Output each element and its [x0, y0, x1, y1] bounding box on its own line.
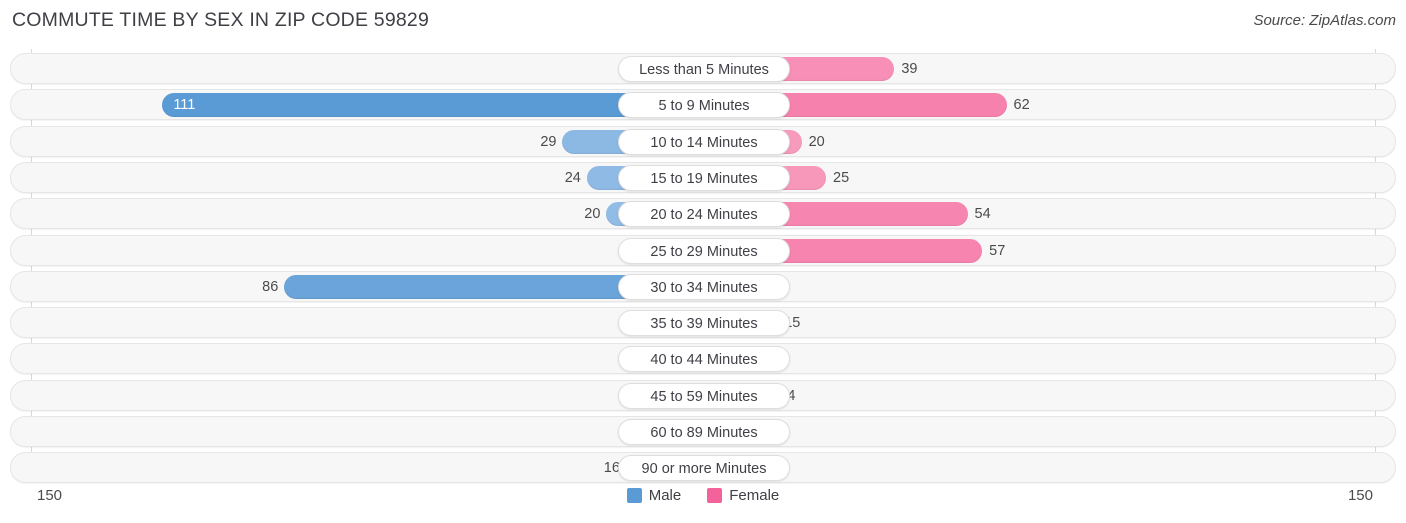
legend-label-female: Female: [729, 487, 780, 504]
chart-row: 1139Less than 5 Minutes: [10, 53, 1396, 84]
category-label: 15 to 19 Minutes: [618, 164, 790, 191]
legend-item-female[interactable]: Female: [707, 487, 779, 504]
category-label: 90 or more Minutes: [618, 455, 790, 482]
chart-row: 29 20 10 to 14 Minutes: [10, 125, 1396, 157]
value-label-male: 16: [603, 460, 620, 477]
value-label-male: 86: [262, 278, 279, 295]
legend-item-male[interactable]: Male: [626, 487, 682, 504]
category-label: 45 to 59 Minutes: [618, 382, 790, 409]
value-label-male: 111: [173, 97, 196, 114]
chart-row: 16390 or more Minutes: [10, 452, 1396, 484]
chart-row: 111 62 5 to 9 Minutes: [10, 89, 1396, 121]
category-label: 20 to 24 Minutes: [618, 201, 790, 228]
source-attribution: Source: ZipAtlas.com: [1253, 12, 1396, 29]
chart-header: COMMUTE TIME BY SEX IN ZIP CODE 59829 So…: [0, 0, 1406, 44]
axis-end-label-right: 150: [1347, 487, 1373, 504]
category-label: 30 to 34 Minutes: [618, 273, 790, 300]
legend-swatch-female-icon: [707, 488, 723, 503]
chart-legend: Male Female: [0, 487, 1406, 504]
value-label-female: 20: [808, 133, 825, 150]
legend-swatch-male-icon: [626, 488, 642, 503]
chart-row: 0040 to 44 Minutes: [10, 343, 1396, 375]
legend-label-male: Male: [648, 487, 682, 504]
value-label-male: 24: [564, 169, 581, 186]
category-label: 35 to 39 Minutes: [618, 310, 790, 337]
chart-row: 21535 to 39 Minutes: [10, 307, 1396, 339]
chart-title: COMMUTE TIME BY SEX IN ZIP CODE 59829: [12, 9, 430, 31]
category-label: 25 to 29 Minutes: [618, 237, 790, 264]
value-label-female: 39: [901, 61, 918, 77]
value-label-female: 62: [1013, 97, 1030, 114]
value-label-female: 57: [989, 242, 1006, 259]
chart-plot-area: 1139Less than 5 Minutes111625 to 9 Minut…: [0, 49, 1406, 484]
category-label: 10 to 14 Minutes: [618, 128, 790, 155]
category-label: 40 to 44 Minutes: [618, 346, 790, 373]
value-label-female: 25: [833, 169, 850, 186]
chart-row: 01445 to 59 Minutes: [10, 379, 1396, 411]
value-label-male: 20: [584, 206, 601, 223]
chart-row: 12060 to 89 Minutes: [10, 416, 1396, 447]
chart-footer: 150 Male Female 150: [0, 483, 1406, 523]
chart-row: 125725 to 29 Minutes: [10, 234, 1396, 266]
category-label: Less than 5 Minutes: [618, 56, 790, 82]
chart-row: 20 54 20 to 24 Minutes: [10, 198, 1396, 230]
value-label-female: 54: [974, 206, 991, 223]
category-label: 5 to 9 Minutes: [618, 92, 790, 119]
commute-time-chart: COMMUTE TIME BY SEX IN ZIP CODE 59829 So…: [0, 0, 1406, 523]
chart-row: 861230 to 34 Minutes: [10, 270, 1396, 302]
category-label: 60 to 89 Minutes: [618, 419, 790, 445]
chart-row: 24 25 15 to 19 Minutes: [10, 161, 1396, 193]
value-label-female: 15: [784, 315, 801, 332]
value-label-male: 29: [540, 133, 557, 150]
